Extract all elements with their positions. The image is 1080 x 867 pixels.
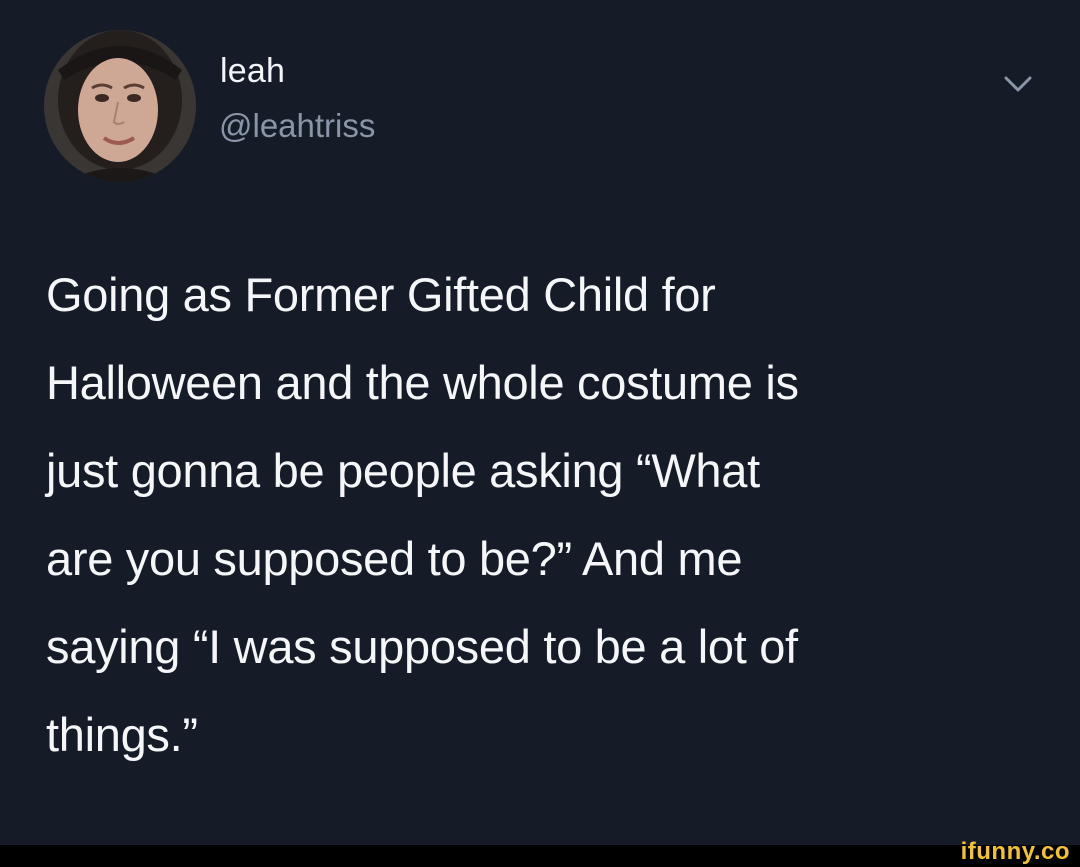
- screenshot-frame: leah @leahtriss Going as Former Gifted C…: [0, 0, 1080, 867]
- user-handle[interactable]: @leahtriss: [219, 107, 375, 145]
- profile-photo: [44, 30, 196, 182]
- tweet-text: Going as Former Gifted Child for Hallowe…: [46, 268, 799, 761]
- chevron-down-icon[interactable]: [1000, 68, 1036, 98]
- tweet-card: leah @leahtriss Going as Former Gifted C…: [0, 0, 1080, 845]
- avatar[interactable]: [44, 30, 196, 182]
- ifunny-watermark: ifunny.co: [960, 838, 1070, 865]
- display-name[interactable]: leah: [220, 52, 285, 91]
